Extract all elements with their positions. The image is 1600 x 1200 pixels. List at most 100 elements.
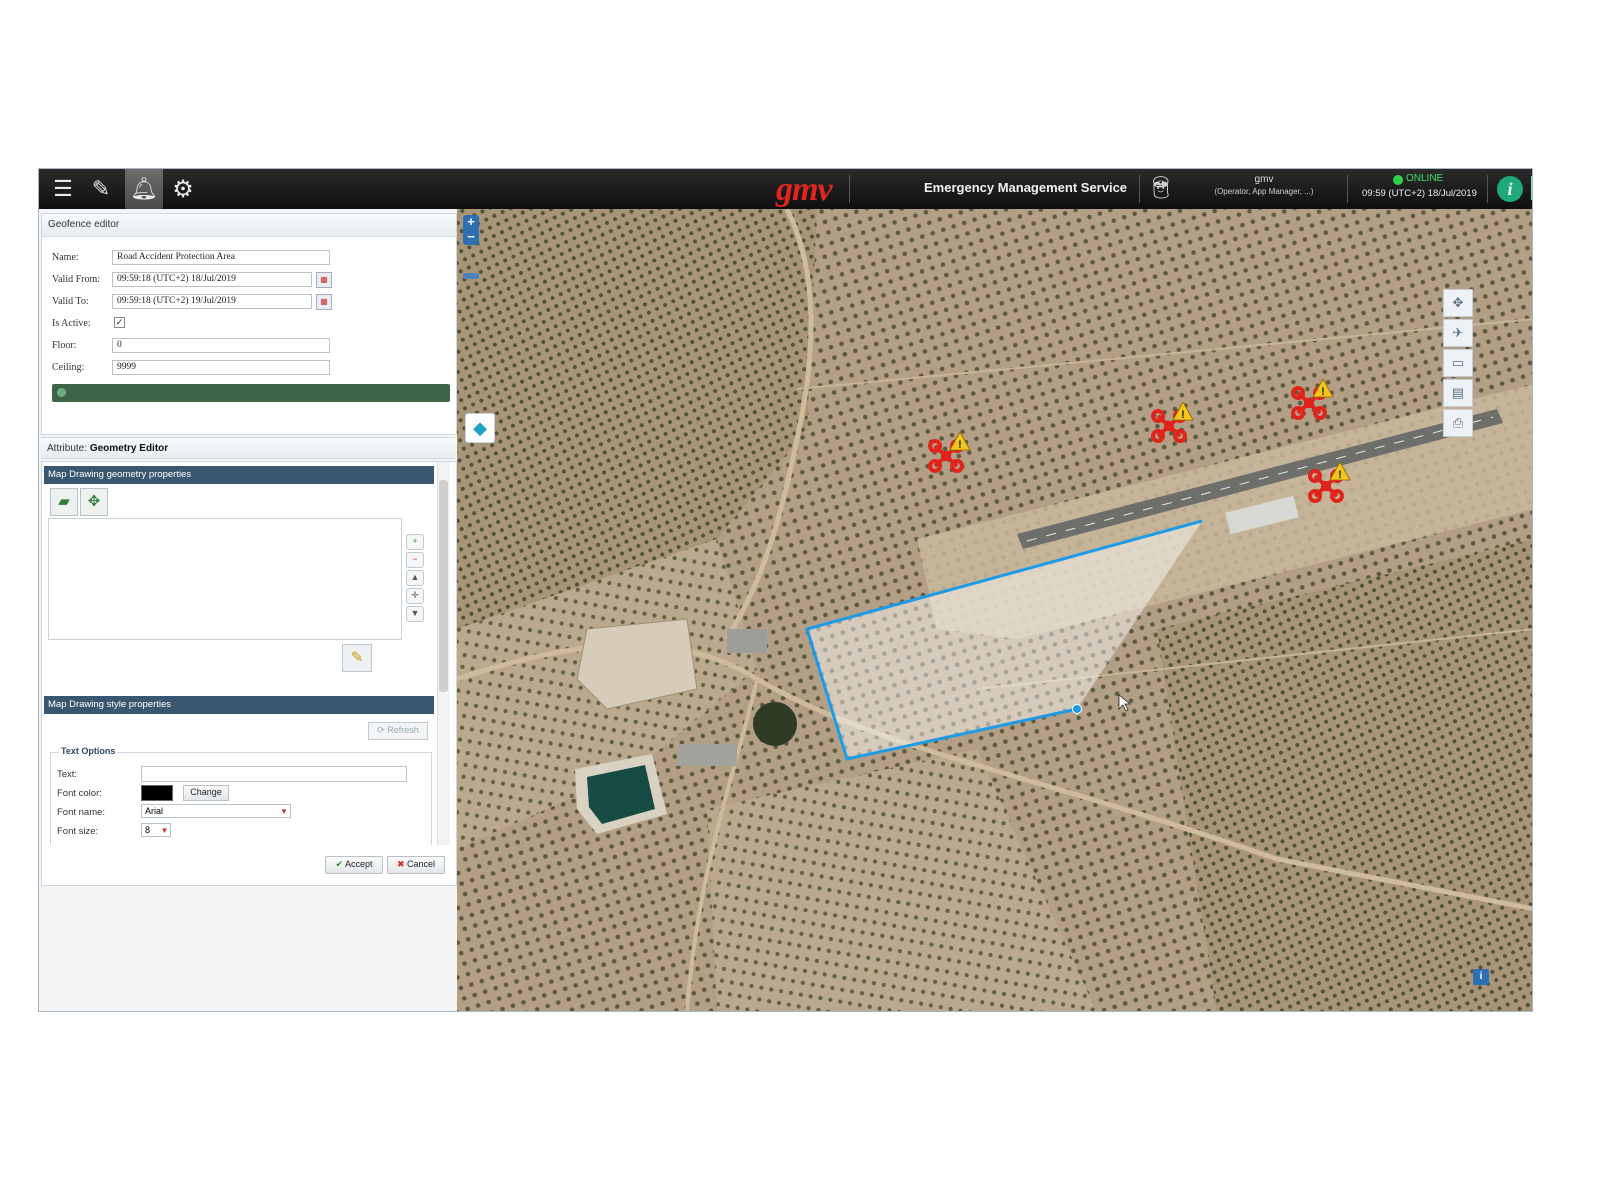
geometry-editor-body: Map Drawing geometry properties ▰ ✥ + − …: [41, 461, 457, 846]
ruler-icon[interactable]: ▭: [1443, 349, 1473, 377]
scrollbar-thumb[interactable]: [439, 480, 448, 692]
attribute-label: Attribute:: [47, 443, 88, 454]
pencil-icon[interactable]: ✎: [85, 173, 117, 205]
gmv-logo: gmv: [776, 171, 833, 208]
drone-alert-icon[interactable]: !: [1290, 378, 1334, 421]
toolbar-divider: [1487, 175, 1488, 203]
online-status-icon: [1393, 175, 1403, 185]
move-down-icon[interactable]: ▼: [406, 606, 424, 622]
valid-to-label: Valid To:: [52, 296, 89, 307]
check-icon: ✔: [335, 859, 343, 869]
list-icon[interactable]: ☰: [47, 173, 79, 205]
remove-icon[interactable]: −: [406, 552, 424, 568]
valid-to-field[interactable]: 09:59:18 (UTC+2) 19/Jul/2019: [112, 294, 312, 309]
edit-polygon-icon[interactable]: ✥: [80, 488, 108, 516]
font-name-label: Font name:: [57, 807, 106, 818]
is-active-label: Is Active:: [52, 318, 91, 329]
center-icon[interactable]: ✛: [406, 588, 424, 604]
gear-icon[interactable]: ⚙: [167, 173, 199, 205]
measure-icon[interactable]: ✈: [1443, 319, 1473, 347]
close-icon: ✖: [396, 859, 405, 869]
floor-label: Floor:: [52, 340, 77, 351]
cancel-label: Cancel: [407, 859, 436, 869]
map-canvas[interactable]: [457, 209, 1533, 1012]
add-icon[interactable]: +: [406, 534, 424, 550]
svg-text:!: !: [1181, 409, 1185, 421]
panel-scrollbar[interactable]: [437, 462, 450, 845]
font-color-swatch[interactable]: [141, 785, 173, 801]
text-input[interactable]: [141, 766, 407, 782]
toolbar-divider: [1347, 175, 1348, 203]
attribute-name: Geometry Editor: [89, 443, 169, 454]
edit-pencil-icon[interactable]: ✎: [342, 644, 372, 672]
color-dot-icon: [57, 388, 66, 397]
move-up-icon[interactable]: ▲: [406, 570, 424, 586]
top-toolbar: ☰ ✎ 🔔︎ ⚙ gmv Emergency Management Servic…: [39, 169, 1532, 209]
drone-alert-icon[interactable]: !: [1150, 401, 1194, 444]
chevron-down-icon[interactable]: ▼: [159, 824, 170, 836]
geometry-properties-header: Map Drawing geometry properties: [44, 466, 434, 484]
font-size-select[interactable]: 8 ▼: [141, 823, 171, 837]
user-name: gmv: [1254, 174, 1274, 185]
style-properties-header: Map Drawing style properties: [44, 696, 434, 714]
accept-label: Accept: [345, 859, 373, 869]
svg-text:!: !: [1338, 469, 1342, 481]
zoom-in-button[interactable]: +: [463, 215, 479, 230]
service-title: Emergency Management Service: [924, 180, 1128, 195]
name-label: Name:: [52, 252, 79, 263]
is-active-checkbox[interactable]: ✓: [114, 317, 125, 328]
drone-alert-icon[interactable]: !: [927, 431, 971, 474]
ceiling-field[interactable]: 9999: [112, 360, 330, 375]
ceiling-label: Ceiling:: [52, 362, 85, 373]
layers-icon[interactable]: ◆: [465, 413, 495, 443]
left-panel: Geofence editor Name: Road Accident Prot…: [39, 209, 458, 1011]
connection-status: ONLINE: [1406, 173, 1444, 184]
zoom-out-button[interactable]: −: [463, 230, 479, 245]
move-icon[interactable]: ✥: [1443, 289, 1473, 317]
satellite-map[interactable]: ! ! ! ! + − ◆ ✥ ✈ ▭ ▤ ⎙ i: [457, 209, 1533, 1012]
draw-polygon-icon[interactable]: ▰: [50, 488, 78, 516]
info-icon[interactable]: i: [1497, 176, 1523, 202]
text-options-legend: Text Options: [59, 746, 118, 756]
refresh-button[interactable]: ⟳ Refresh: [368, 722, 428, 740]
chevron-down-icon[interactable]: ▼: [278, 805, 290, 817]
svg-text:!: !: [958, 439, 962, 451]
font-name-value: Arial: [145, 806, 164, 816]
user-avatar-icon[interactable]: 👮︎: [1147, 175, 1175, 201]
name-field[interactable]: Road Accident Protection Area: [112, 250, 330, 265]
user-roles: (Operator, App Manager, ...): [1214, 187, 1314, 196]
font-color-label: Font color:: [57, 788, 102, 799]
text-label: Text:: [57, 769, 78, 780]
valid-from-field[interactable]: 09:59:18 (UTC+2) 18/Jul/2019: [112, 272, 312, 287]
geometry-list[interactable]: [48, 518, 402, 640]
floor-field[interactable]: 0: [112, 338, 330, 353]
print-icon[interactable]: ⎙: [1443, 409, 1473, 437]
font-size-value: 8: [145, 825, 151, 835]
valid-from-label: Valid From:: [52, 274, 101, 285]
toolbar-divider: [849, 175, 850, 203]
drone-alert-icon[interactable]: !: [1307, 461, 1351, 504]
map-info-icon[interactable]: i: [1473, 969, 1489, 985]
geofence-editor: Geofence editor Name: Road Accident Prot…: [41, 213, 457, 435]
font-size-label: Font size:: [57, 826, 99, 837]
svg-text:!: !: [1321, 386, 1325, 398]
map-layers-icon[interactable]: ▤: [1443, 379, 1473, 407]
cancel-button[interactable]: ✖ Cancel: [387, 856, 445, 874]
change-color-button[interactable]: Change: [183, 785, 229, 801]
refresh-label: Refresh: [387, 725, 419, 735]
current-datetime: 09:59 (UTC+2) 18/Jul/2019: [1362, 188, 1477, 199]
calendar-icon[interactable]: ▦: [316, 272, 332, 288]
font-name-select[interactable]: Arial ▼: [141, 804, 291, 818]
geofence-color-bar[interactable]: [52, 384, 450, 402]
geofence-editor-title: Geofence editor: [42, 214, 456, 237]
text-options-group: Text Options Text: Font color: Change Fo…: [50, 746, 432, 845]
toolbar-divider: [1139, 175, 1140, 203]
accept-button[interactable]: ✔ Accept: [325, 856, 383, 874]
zoom-control: + −: [463, 215, 479, 245]
exit-icon[interactable]: ⇥: [1531, 176, 1532, 200]
bell-icon[interactable]: 🔔︎: [125, 169, 163, 209]
zoom-slider-handle[interactable]: [463, 273, 479, 279]
calendar-icon[interactable]: ▦: [316, 294, 332, 310]
geofence-vertex-handle[interactable]: [1072, 704, 1082, 714]
attribute-header: Attribute: Geometry Editor: [41, 437, 455, 459]
